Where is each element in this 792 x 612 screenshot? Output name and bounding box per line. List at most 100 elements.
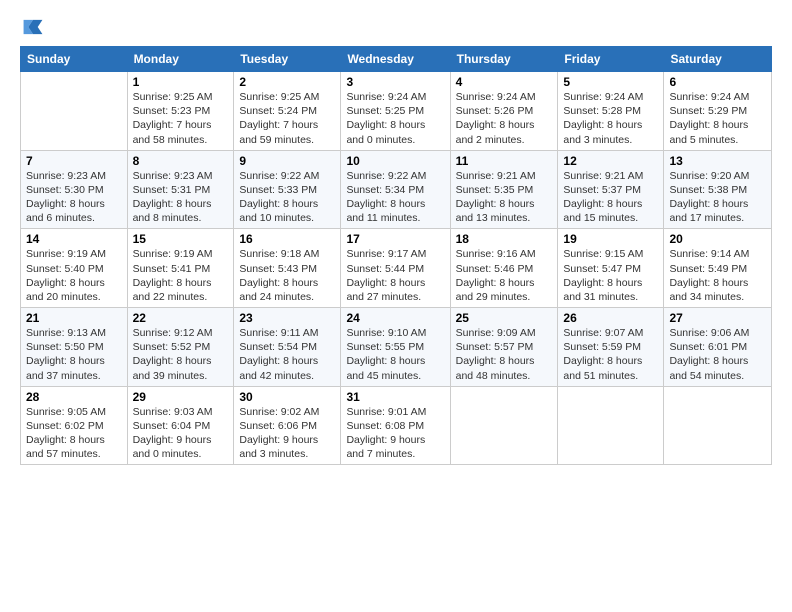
calendar-cell: 18Sunrise: 9:16 AMSunset: 5:46 PMDayligh… bbox=[450, 229, 558, 308]
day-info: Sunrise: 9:16 AMSunset: 5:46 PMDaylight:… bbox=[456, 247, 553, 304]
calendar-cell: 30Sunrise: 9:02 AMSunset: 6:06 PMDayligh… bbox=[234, 386, 341, 465]
day-number: 7 bbox=[26, 154, 122, 168]
calendar-cell: 11Sunrise: 9:21 AMSunset: 5:35 PMDayligh… bbox=[450, 150, 558, 229]
day-number: 20 bbox=[669, 232, 766, 246]
day-number: 19 bbox=[563, 232, 658, 246]
day-number: 5 bbox=[563, 75, 658, 89]
calendar-cell: 28Sunrise: 9:05 AMSunset: 6:02 PMDayligh… bbox=[21, 386, 128, 465]
day-info: Sunrise: 9:13 AMSunset: 5:50 PMDaylight:… bbox=[26, 326, 122, 383]
day-number: 16 bbox=[239, 232, 335, 246]
day-info: Sunrise: 9:24 AMSunset: 5:26 PMDaylight:… bbox=[456, 90, 553, 147]
calendar-header-row: SundayMondayTuesdayWednesdayThursdayFrid… bbox=[21, 47, 772, 72]
day-number: 2 bbox=[239, 75, 335, 89]
weekday-header: Saturday bbox=[664, 47, 772, 72]
day-info: Sunrise: 9:09 AMSunset: 5:57 PMDaylight:… bbox=[456, 326, 553, 383]
day-number: 13 bbox=[669, 154, 766, 168]
day-number: 27 bbox=[669, 311, 766, 325]
header bbox=[20, 16, 772, 38]
calendar-week-row: 7Sunrise: 9:23 AMSunset: 5:30 PMDaylight… bbox=[21, 150, 772, 229]
calendar-cell bbox=[450, 386, 558, 465]
calendar-cell: 6Sunrise: 9:24 AMSunset: 5:29 PMDaylight… bbox=[664, 72, 772, 151]
day-info: Sunrise: 9:19 AMSunset: 5:41 PMDaylight:… bbox=[133, 247, 229, 304]
day-info: Sunrise: 9:24 AMSunset: 5:25 PMDaylight:… bbox=[346, 90, 444, 147]
day-number: 28 bbox=[26, 390, 122, 404]
calendar-cell: 25Sunrise: 9:09 AMSunset: 5:57 PMDayligh… bbox=[450, 308, 558, 387]
day-info: Sunrise: 9:15 AMSunset: 5:47 PMDaylight:… bbox=[563, 247, 658, 304]
day-number: 22 bbox=[133, 311, 229, 325]
day-number: 23 bbox=[239, 311, 335, 325]
calendar-cell: 14Sunrise: 9:19 AMSunset: 5:40 PMDayligh… bbox=[21, 229, 128, 308]
page-container: SundayMondayTuesdayWednesdayThursdayFrid… bbox=[0, 0, 792, 475]
day-info: Sunrise: 9:25 AMSunset: 5:24 PMDaylight:… bbox=[239, 90, 335, 147]
day-info: Sunrise: 9:17 AMSunset: 5:44 PMDaylight:… bbox=[346, 247, 444, 304]
calendar-cell: 23Sunrise: 9:11 AMSunset: 5:54 PMDayligh… bbox=[234, 308, 341, 387]
calendar-week-row: 14Sunrise: 9:19 AMSunset: 5:40 PMDayligh… bbox=[21, 229, 772, 308]
day-number: 1 bbox=[133, 75, 229, 89]
day-info: Sunrise: 9:22 AMSunset: 5:34 PMDaylight:… bbox=[346, 169, 444, 226]
calendar-cell: 29Sunrise: 9:03 AMSunset: 6:04 PMDayligh… bbox=[127, 386, 234, 465]
day-number: 4 bbox=[456, 75, 553, 89]
calendar-table: SundayMondayTuesdayWednesdayThursdayFrid… bbox=[20, 46, 772, 465]
day-info: Sunrise: 9:05 AMSunset: 6:02 PMDaylight:… bbox=[26, 405, 122, 462]
calendar-cell: 9Sunrise: 9:22 AMSunset: 5:33 PMDaylight… bbox=[234, 150, 341, 229]
calendar-cell bbox=[664, 386, 772, 465]
calendar-cell: 16Sunrise: 9:18 AMSunset: 5:43 PMDayligh… bbox=[234, 229, 341, 308]
calendar-cell: 5Sunrise: 9:24 AMSunset: 5:28 PMDaylight… bbox=[558, 72, 664, 151]
weekday-header: Friday bbox=[558, 47, 664, 72]
day-info: Sunrise: 9:25 AMSunset: 5:23 PMDaylight:… bbox=[133, 90, 229, 147]
day-number: 17 bbox=[346, 232, 444, 246]
day-info: Sunrise: 9:01 AMSunset: 6:08 PMDaylight:… bbox=[346, 405, 444, 462]
day-number: 26 bbox=[563, 311, 658, 325]
calendar-cell: 10Sunrise: 9:22 AMSunset: 5:34 PMDayligh… bbox=[341, 150, 450, 229]
day-number: 24 bbox=[346, 311, 444, 325]
calendar-cell: 19Sunrise: 9:15 AMSunset: 5:47 PMDayligh… bbox=[558, 229, 664, 308]
logo bbox=[20, 16, 44, 38]
calendar-cell: 15Sunrise: 9:19 AMSunset: 5:41 PMDayligh… bbox=[127, 229, 234, 308]
day-number: 6 bbox=[669, 75, 766, 89]
calendar-cell: 21Sunrise: 9:13 AMSunset: 5:50 PMDayligh… bbox=[21, 308, 128, 387]
day-number: 10 bbox=[346, 154, 444, 168]
calendar-cell: 24Sunrise: 9:10 AMSunset: 5:55 PMDayligh… bbox=[341, 308, 450, 387]
day-info: Sunrise: 9:21 AMSunset: 5:35 PMDaylight:… bbox=[456, 169, 553, 226]
day-info: Sunrise: 9:14 AMSunset: 5:49 PMDaylight:… bbox=[669, 247, 766, 304]
weekday-header: Wednesday bbox=[341, 47, 450, 72]
day-number: 3 bbox=[346, 75, 444, 89]
day-info: Sunrise: 9:20 AMSunset: 5:38 PMDaylight:… bbox=[669, 169, 766, 226]
calendar-cell: 2Sunrise: 9:25 AMSunset: 5:24 PMDaylight… bbox=[234, 72, 341, 151]
day-info: Sunrise: 9:23 AMSunset: 5:31 PMDaylight:… bbox=[133, 169, 229, 226]
day-number: 14 bbox=[26, 232, 122, 246]
calendar-cell: 22Sunrise: 9:12 AMSunset: 5:52 PMDayligh… bbox=[127, 308, 234, 387]
day-info: Sunrise: 9:22 AMSunset: 5:33 PMDaylight:… bbox=[239, 169, 335, 226]
calendar-cell bbox=[558, 386, 664, 465]
calendar-cell: 4Sunrise: 9:24 AMSunset: 5:26 PMDaylight… bbox=[450, 72, 558, 151]
calendar-cell: 20Sunrise: 9:14 AMSunset: 5:49 PMDayligh… bbox=[664, 229, 772, 308]
weekday-header: Tuesday bbox=[234, 47, 341, 72]
day-number: 31 bbox=[346, 390, 444, 404]
day-number: 29 bbox=[133, 390, 229, 404]
day-number: 15 bbox=[133, 232, 229, 246]
calendar-week-row: 21Sunrise: 9:13 AMSunset: 5:50 PMDayligh… bbox=[21, 308, 772, 387]
weekday-header: Monday bbox=[127, 47, 234, 72]
calendar-cell: 17Sunrise: 9:17 AMSunset: 5:44 PMDayligh… bbox=[341, 229, 450, 308]
day-info: Sunrise: 9:24 AMSunset: 5:29 PMDaylight:… bbox=[669, 90, 766, 147]
weekday-header: Thursday bbox=[450, 47, 558, 72]
day-info: Sunrise: 9:18 AMSunset: 5:43 PMDaylight:… bbox=[239, 247, 335, 304]
day-info: Sunrise: 9:21 AMSunset: 5:37 PMDaylight:… bbox=[563, 169, 658, 226]
day-info: Sunrise: 9:24 AMSunset: 5:28 PMDaylight:… bbox=[563, 90, 658, 147]
day-info: Sunrise: 9:12 AMSunset: 5:52 PMDaylight:… bbox=[133, 326, 229, 383]
day-number: 25 bbox=[456, 311, 553, 325]
calendar-cell bbox=[21, 72, 128, 151]
day-info: Sunrise: 9:23 AMSunset: 5:30 PMDaylight:… bbox=[26, 169, 122, 226]
calendar-cell: 12Sunrise: 9:21 AMSunset: 5:37 PMDayligh… bbox=[558, 150, 664, 229]
day-info: Sunrise: 9:02 AMSunset: 6:06 PMDaylight:… bbox=[239, 405, 335, 462]
day-info: Sunrise: 9:07 AMSunset: 5:59 PMDaylight:… bbox=[563, 326, 658, 383]
calendar-cell: 8Sunrise: 9:23 AMSunset: 5:31 PMDaylight… bbox=[127, 150, 234, 229]
calendar-cell: 26Sunrise: 9:07 AMSunset: 5:59 PMDayligh… bbox=[558, 308, 664, 387]
calendar-cell: 27Sunrise: 9:06 AMSunset: 6:01 PMDayligh… bbox=[664, 308, 772, 387]
day-number: 8 bbox=[133, 154, 229, 168]
day-number: 18 bbox=[456, 232, 553, 246]
day-info: Sunrise: 9:06 AMSunset: 6:01 PMDaylight:… bbox=[669, 326, 766, 383]
day-info: Sunrise: 9:11 AMSunset: 5:54 PMDaylight:… bbox=[239, 326, 335, 383]
day-number: 11 bbox=[456, 154, 553, 168]
logo-icon bbox=[22, 16, 44, 38]
